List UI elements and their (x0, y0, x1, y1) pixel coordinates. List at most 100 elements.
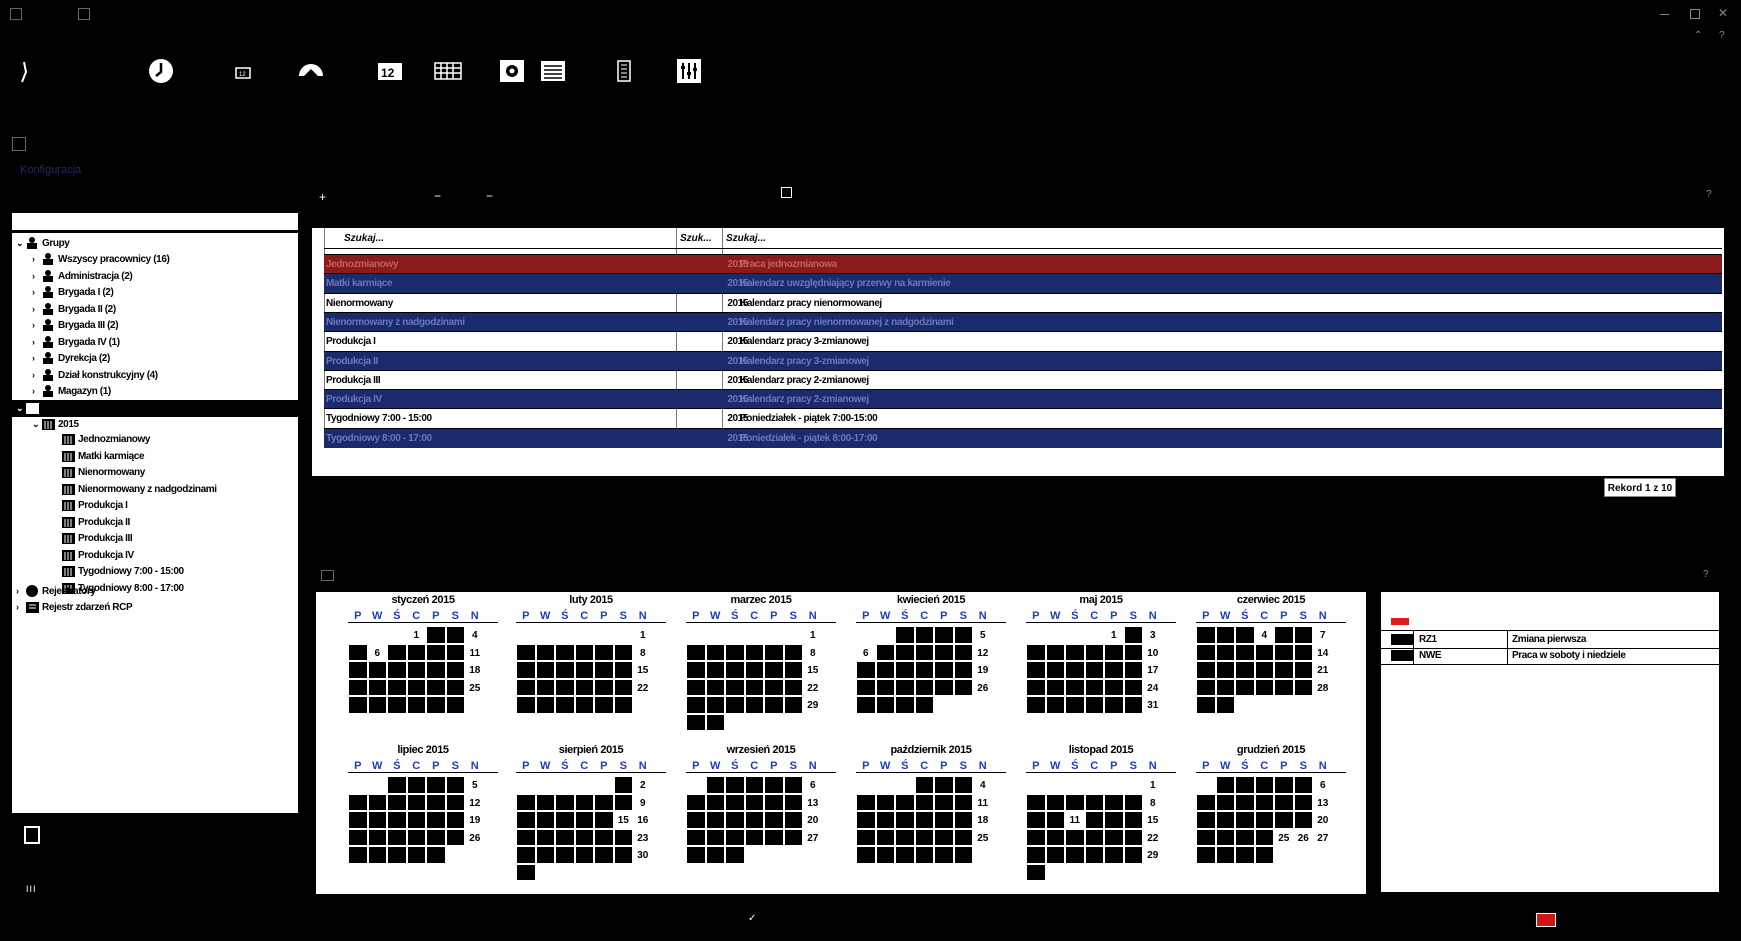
day-cell[interactable] (1235, 811, 1255, 829)
day-cell[interactable] (1104, 643, 1124, 661)
day-cell[interactable] (535, 793, 555, 811)
grid-icon[interactable] (433, 56, 463, 86)
day-cell[interactable] (1215, 696, 1235, 714)
day-cell[interactable] (1215, 811, 1235, 829)
day-cell[interactable] (516, 828, 536, 846)
table-row[interactable]: Produkcja I 2015 Kalendarz pracy 3-zmianow… (324, 331, 1722, 351)
day-cell[interactable] (1026, 811, 1046, 829)
day-cell[interactable] (387, 643, 407, 661)
report-icon[interactable] (609, 56, 639, 86)
day-cell[interactable] (367, 793, 387, 811)
day-cell[interactable] (705, 696, 725, 714)
day-cell[interactable] (613, 696, 633, 714)
day-cell[interactable] (594, 793, 614, 811)
day-cell[interactable]: 1 (633, 626, 653, 644)
day-cell[interactable] (1084, 643, 1104, 661)
day-cell[interactable] (445, 811, 465, 829)
day-cell[interactable] (705, 793, 725, 811)
day-cell[interactable] (535, 846, 555, 864)
day-cell[interactable] (914, 846, 934, 864)
day-cell[interactable] (1045, 846, 1065, 864)
day-cell[interactable] (1026, 661, 1046, 679)
day-cell[interactable]: 1 (803, 626, 823, 644)
day-cell[interactable] (445, 776, 465, 794)
day-cell[interactable] (594, 643, 614, 661)
day-cell[interactable] (535, 696, 555, 714)
day-cell[interactable] (875, 678, 895, 696)
day-cell[interactable] (875, 828, 895, 846)
day-cell[interactable] (406, 696, 426, 714)
day-cell[interactable] (934, 846, 954, 864)
day-cell[interactable]: 30 (633, 846, 653, 864)
day-cell[interactable] (1215, 661, 1235, 679)
day-cell[interactable]: 25 (465, 678, 485, 696)
day-cell[interactable] (1196, 828, 1216, 846)
day-cell[interactable] (914, 696, 934, 714)
day-cell[interactable] (367, 846, 387, 864)
day-cell[interactable]: 25 (1274, 828, 1294, 846)
day-cell[interactable] (555, 811, 575, 829)
day-cell[interactable] (686, 846, 706, 864)
day-cell[interactable] (686, 643, 706, 661)
day-cell[interactable]: 8 (1143, 793, 1163, 811)
day-cell[interactable] (895, 811, 915, 829)
day-cell[interactable] (1123, 626, 1143, 644)
collapse-icon[interactable]: ⌃ (1694, 30, 1702, 41)
day-cell[interactable] (1123, 661, 1143, 679)
tree-calendars[interactable]: ⌄ (16, 400, 42, 416)
day-cell[interactable] (574, 696, 594, 714)
day-cell[interactable]: 19 (465, 811, 485, 829)
day-cell[interactable] (1215, 846, 1235, 864)
day-cell[interactable] (764, 811, 784, 829)
day-cell[interactable] (914, 776, 934, 794)
tree-calendar-item[interactable]: Matki karmiące (62, 449, 145, 465)
day-cell[interactable] (1065, 828, 1085, 846)
day-cell[interactable] (555, 828, 575, 846)
day-cell[interactable] (725, 661, 745, 679)
day-cell[interactable] (1104, 828, 1124, 846)
day-cell[interactable] (426, 678, 446, 696)
day-cell[interactable] (725, 811, 745, 829)
day-cell[interactable]: 15 (633, 661, 653, 679)
gauge-icon[interactable] (296, 56, 326, 86)
day-cell[interactable]: 11 (1065, 811, 1085, 829)
tree-calendar-item[interactable]: Produkcja I (62, 498, 128, 514)
day-cell[interactable] (574, 661, 594, 679)
day-cell[interactable] (1254, 776, 1274, 794)
day-cell[interactable] (725, 776, 745, 794)
day-cell[interactable] (914, 828, 934, 846)
day-cell[interactable] (764, 661, 784, 679)
day-cell[interactable] (1123, 696, 1143, 714)
tree-group-item[interactable]: › Brygada IV (1) (32, 334, 120, 350)
day-cell[interactable] (1026, 696, 1046, 714)
day-cell[interactable]: 1 (406, 626, 426, 644)
day-cell[interactable] (705, 643, 725, 661)
tree-group-item[interactable]: › Brygada II (2) (32, 301, 116, 317)
day-cell[interactable]: 12 (465, 793, 485, 811)
add-icon[interactable]: + (319, 190, 326, 204)
day-cell[interactable] (1215, 828, 1235, 846)
day-cell[interactable]: 21 (1313, 661, 1333, 679)
day-cell[interactable] (1123, 811, 1143, 829)
day-cell[interactable]: 14 (1313, 643, 1333, 661)
tree-groups[interactable]: ⌄ Grupy (16, 235, 70, 251)
day-cell[interactable] (574, 846, 594, 864)
day-cell[interactable] (1045, 661, 1065, 679)
day-cell[interactable] (406, 793, 426, 811)
day-cell[interactable]: 4 (973, 776, 993, 794)
day-cell[interactable] (516, 811, 536, 829)
day-cell[interactable] (934, 793, 954, 811)
day-cell[interactable] (445, 661, 465, 679)
day-cell[interactable] (764, 643, 784, 661)
day-cell[interactable] (914, 626, 934, 644)
day-cell[interactable] (1215, 626, 1235, 644)
day-cell[interactable] (1274, 643, 1294, 661)
export-icon[interactable] (781, 187, 792, 198)
day-cell[interactable] (516, 846, 536, 864)
day-cell[interactable] (953, 678, 973, 696)
day-cell[interactable] (516, 661, 536, 679)
table-row[interactable]: Tygodniowy 7:00 - 15:00 2015 Poniedziałek … (324, 408, 1722, 428)
day-cell[interactable] (1123, 793, 1143, 811)
tree-group-item[interactable]: › Brygada I (2) (32, 284, 114, 300)
day-cell[interactable] (686, 811, 706, 829)
